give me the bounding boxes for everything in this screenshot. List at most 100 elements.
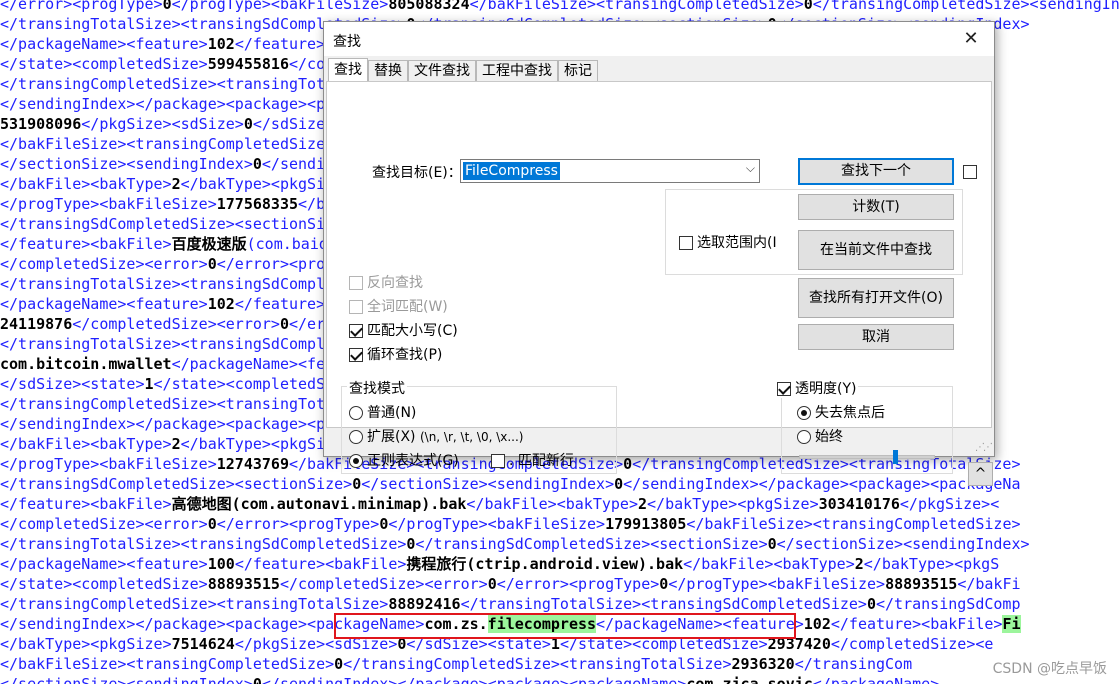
- in-selection-label: 选取范围内(I: [697, 235, 777, 251]
- mode-regex-radio[interactable]: 正则表达式(G): [349, 452, 459, 470]
- in-selection-checkbox[interactable]: 选取范围内(I: [679, 234, 777, 252]
- xml-tag: </completedSize><error>: [72, 315, 280, 333]
- xml-value: 0: [162, 0, 172, 13]
- xml-tag: </progType><bakFileSize>: [388, 515, 606, 533]
- editor-line[interactable]: </error><progType>0</progType><bakFileSi…: [0, 0, 1119, 14]
- dot-matches-newline-checkbox[interactable]: . 匹配新行: [491, 452, 574, 470]
- xml-value: 88892416: [388, 595, 461, 613]
- xml-tag: </error><progType>: [0, 0, 163, 13]
- mode-normal-radio[interactable]: 普通(N): [349, 404, 416, 422]
- xml-tag: </bakFile><bakType>: [683, 555, 855, 573]
- xml-value: 303410176: [818, 495, 900, 513]
- find-all-open-files-button[interactable]: 查找所有打开文件(O): [798, 278, 954, 318]
- tab-replace[interactable]: 替换: [368, 60, 408, 82]
- reverse-find-checkbox[interactable]: 反向查找: [349, 274, 423, 292]
- transparency-always-radio[interactable]: 始终: [797, 428, 843, 446]
- count-button[interactable]: 计数(T): [798, 194, 954, 220]
- xml-tag: </error><progType>: [216, 515, 380, 533]
- xml-tag: </packageName><feature>: [0, 555, 208, 573]
- xml-tag: </progType><bakFileSize>: [668, 575, 886, 593]
- match-case-checkbox[interactable]: 匹配大小写(C): [349, 322, 458, 340]
- find-tab-panel: 查找目标(E)： FileCompress ⌵ 查找下一个 计数(T) 在当前文…: [326, 81, 993, 486]
- dialog-tabs: 查找 替换 文件查找 工程中查找 标记: [328, 58, 598, 82]
- xml-value: 0: [207, 515, 217, 533]
- editor-line[interactable]: </state><completedSize>88893515</complet…: [0, 574, 1119, 594]
- transparency-lose-focus-radio[interactable]: 失去焦点后: [797, 404, 885, 422]
- xml-tag: </transingSdCompletedSize><sectionSize>: [415, 535, 768, 553]
- tab-mark[interactable]: 标记: [558, 60, 598, 82]
- xml-tag: </sectionSize><sendingIndex>: [0, 155, 253, 173]
- xml-tag: </transingTotalSize><transingSdCompleted…: [460, 595, 867, 613]
- editor-line[interactable]: </packageName><feature>100</feature><bak…: [0, 554, 1119, 574]
- find-target-combobox[interactable]: FileCompress ⌵: [460, 159, 760, 183]
- editor-line[interactable]: </sectionSize><sendingIndex>0</sendingIn…: [0, 674, 1119, 684]
- xml-tag: </sectionSize><sendingIndex>: [361, 475, 615, 493]
- resize-grip-icon[interactable]: ⋰⋰: [975, 442, 993, 453]
- xml-tag: </feature><bakFile>: [0, 235, 172, 253]
- collapse-button[interactable]: ^: [968, 462, 993, 486]
- find-next-button[interactable]: 查找下一个: [798, 158, 954, 185]
- reverse-find-label: 反向查找: [367, 275, 423, 291]
- xml-tag: </progType><bakFileSize>: [171, 0, 389, 13]
- xml-value: 177568335: [216, 195, 299, 213]
- editor-line[interactable]: </feature><bakFile>高德地图(com.autonavi.min…: [0, 494, 1119, 514]
- tab-find[interactable]: 查找: [328, 58, 368, 82]
- xml-value: 531908096: [0, 115, 82, 133]
- xml-tag: </bakFile><bakType>: [0, 175, 172, 193]
- xml-tag: </progType><bakFileSize>: [0, 195, 217, 213]
- xml-tag: </sendingIndex></package><package><packa…: [261, 675, 687, 684]
- wrap-around-label: 循环查找(P): [367, 347, 443, 363]
- chevron-down-icon[interactable]: ⌵: [746, 161, 755, 176]
- match-case-label: 匹配大小写(C): [367, 323, 458, 339]
- editor-line[interactable]: </transingCompletedSize><transingTotalSi…: [0, 594, 1119, 614]
- wrap-around-checkbox[interactable]: 循环查找(P): [349, 346, 442, 364]
- xml-tag: </error><progType>: [496, 575, 660, 593]
- stay-on-top-checkbox[interactable]: [963, 164, 981, 179]
- close-icon[interactable]: ✕: [960, 28, 982, 50]
- xml-value: 2936320: [731, 655, 795, 673]
- find-dialog: 查找 ✕ 查找 替换 文件查找 工程中查找 标记 查找目标(E)： FileCo…: [323, 21, 995, 486]
- xml-tag: </transingTotalSize><transingSdCompleted…: [0, 535, 407, 553]
- xml-tag: </transingCompletedSize><transingTotalSi…: [343, 655, 732, 673]
- xml-tag: </transingCom: [794, 655, 913, 673]
- xml-value: 102: [803, 615, 831, 633]
- xml-value: 24119876: [0, 315, 73, 333]
- find-in-current-file-button[interactable]: 在当前文件中查找: [798, 230, 954, 270]
- xml-tag: </sectionSize><sendingIndex>: [0, 675, 253, 684]
- editor-line[interactable]: </transingSdCompletedSize><sectionSize>0…: [0, 474, 1119, 494]
- xml-tag: </pkgSize><: [899, 495, 1000, 513]
- xml-tag: </completedSize><error>: [0, 515, 208, 533]
- mode-regex-label: 正则表达式(G): [367, 453, 459, 469]
- cancel-button[interactable]: 取消: [798, 324, 954, 350]
- xml-tag: </transingSdCompletedSize><sectionSize>: [0, 475, 353, 493]
- xml-value: 0: [279, 315, 289, 333]
- xml-value: 179913805: [605, 515, 687, 533]
- tab-find-in-files[interactable]: 文件查找: [408, 60, 476, 82]
- dialog-titlebar[interactable]: 查找 ✕: [324, 22, 994, 56]
- mode-extended-label: 扩展(X): [367, 429, 416, 445]
- xml-tag: </feature><bakFile>: [830, 615, 1003, 633]
- find-target-value[interactable]: FileCompress: [463, 162, 560, 180]
- tab-find-in-project[interactable]: 工程中查找: [476, 60, 558, 82]
- xml-tag: </sendingIndex></package><package><packa…: [623, 475, 1021, 493]
- xml-value: 88893515: [207, 575, 280, 593]
- editor-line[interactable]: </bakFileSize><transingCompletedSize>0</…: [0, 654, 1119, 674]
- transparency-lose-focus-label: 失去焦点后: [815, 405, 885, 421]
- transparency-slider[interactable]: [799, 450, 935, 464]
- mode-extended-radio[interactable]: 扩展(X) (\n, \r, \t, \0, \x...): [349, 428, 524, 446]
- whole-word-checkbox[interactable]: 全词匹配(W): [349, 298, 448, 316]
- xml-value: 102: [207, 295, 235, 313]
- editor-line[interactable]: </transingTotalSize><transingSdCompleted…: [0, 534, 1119, 554]
- xml-value: 2: [854, 555, 864, 573]
- editor-line[interactable]: </completedSize><error>0</error><progTyp…: [0, 514, 1119, 534]
- xml-value: 0: [252, 155, 262, 173]
- xml-value: 高德地图(com.autonavi.minimap).bak: [171, 495, 467, 513]
- xml-value: 0: [487, 575, 497, 593]
- xml-value: 2: [171, 435, 181, 453]
- xml-tag: </sectionSize><sendingIndex>: [776, 535, 1030, 553]
- xml-value: 0: [252, 675, 262, 684]
- transparency-checkbox[interactable]: 透明度(Y): [775, 380, 859, 398]
- xml-tag: </bakFileSize><transingCompletedSize>: [469, 0, 804, 13]
- xml-value: 88893515: [885, 575, 958, 593]
- transparency-slider-thumb[interactable]: [893, 450, 898, 464]
